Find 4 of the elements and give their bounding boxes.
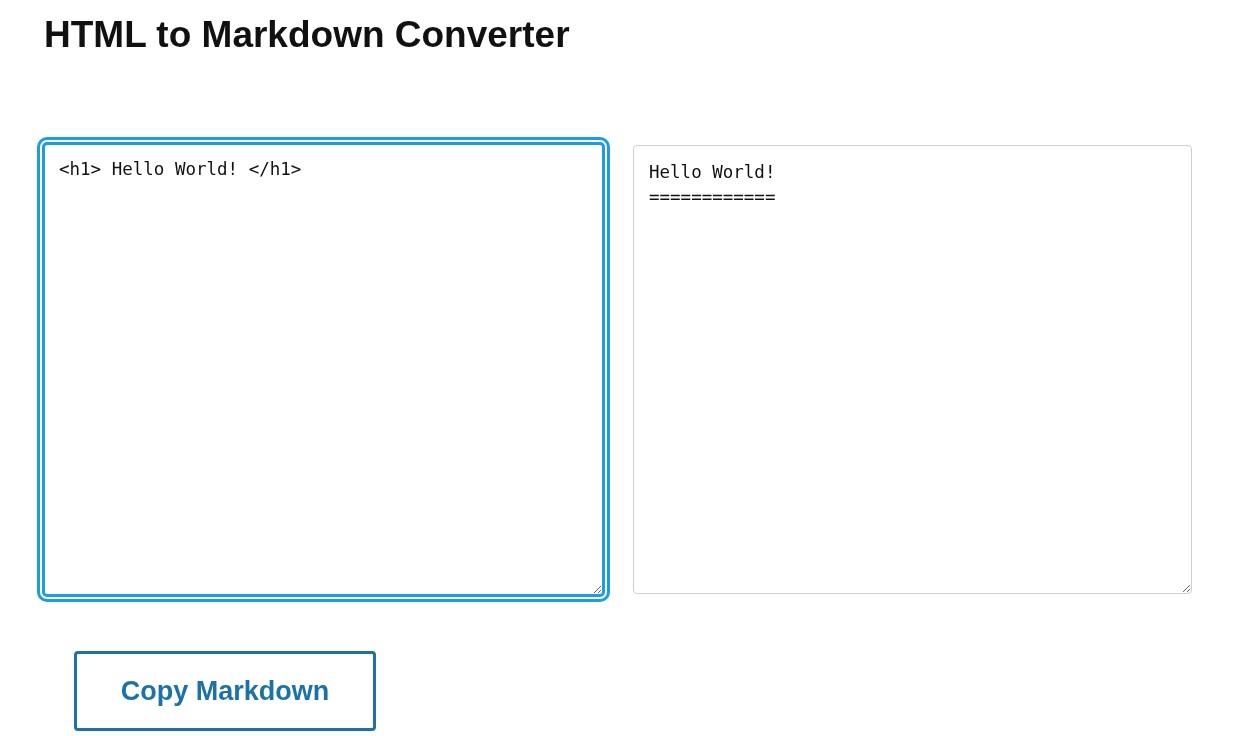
html-input-field[interactable]: <h1> Hello World! </h1>: [42, 142, 605, 597]
page-title: HTML to Markdown Converter: [44, 13, 570, 57]
markdown-output-field[interactable]: Hello World! ============: [633, 145, 1192, 594]
copy-markdown-button[interactable]: Copy Markdown: [74, 651, 376, 731]
